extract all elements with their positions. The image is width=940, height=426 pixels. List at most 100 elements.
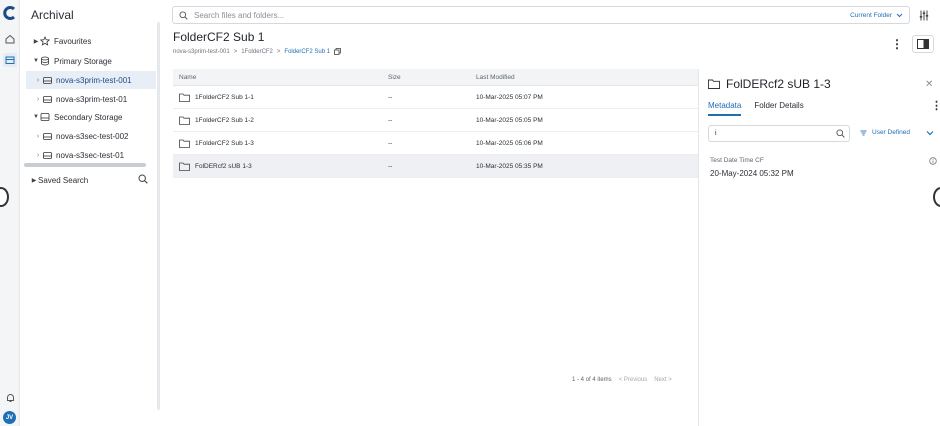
search-scope-dropdown[interactable]: Current Folder [850,12,903,19]
next-page-button[interactable]: Next > [654,377,672,383]
copy-icon[interactable] [334,48,342,55]
user-avatar[interactable]: JV [3,411,16,424]
metadata-filter-value: i [715,130,717,137]
breadcrumb-item[interactable]: 1FolderCF2 [241,49,273,55]
tab-metadata[interactable]: Metadata [708,101,742,116]
pagination: 1 - 4 of 4 items < Previous Next > [572,377,672,383]
folder-icon [179,162,190,171]
file-size: -- [388,162,393,170]
drive-icon [42,150,52,160]
tree-item-label: Primary Storage [54,56,112,66]
breadcrumb-separator: > [233,48,238,55]
more-options-icon[interactable]: ⋮ [891,38,903,50]
table-header: Name Size Last Modified [173,69,698,86]
database-icon [40,56,50,66]
sidebar-horizontal-scrollbar[interactable] [24,163,146,167]
details-panel-toggle-button[interactable] [912,35,934,53]
tree-item-nova-s3sec-test-002[interactable]: › nova-s3sec-test-002 [34,127,129,145]
sliders-icon [919,10,929,20]
tree-item-primary-storage[interactable]: ▼ Primary Storage [32,52,112,70]
breadcrumb-separator: > [276,48,281,55]
table-row[interactable]: 1FolderCF2 Sub 1-1 -- 10-Mar-2025 05:07 … [173,86,698,109]
chevron-right-icon[interactable]: › [34,96,42,103]
file-modified: 10-Mar-2025 05:06 PM [476,139,543,147]
cell-name: 1FolderCF2 Sub 1-2 [173,116,388,125]
tree-item-label: Secondary Storage [54,112,123,122]
file-modified: 10-Mar-2025 05:05 PM [476,116,543,124]
tree-item-label: nova-s3sec-test-002 [56,131,129,141]
file-name: FolDERcf2 sUB 1-3 [195,162,252,170]
chevron-down-icon[interactable] [925,128,935,138]
column-header-last-modified[interactable]: Last Modified [476,74,698,81]
tree-item-nova-s3sec-test-01[interactable]: › nova-s3sec-test-01 [34,146,124,164]
metadata-filter-mode-dropdown[interactable]: User Defined [860,129,910,136]
app-logo-icon [3,6,16,20]
tab-folder-details[interactable]: Folder Details [754,101,803,116]
column-header-name[interactable]: Name [173,74,388,81]
tree-item-label: nova-s3prim-test-001 [56,75,132,85]
tree-item-label: nova-s3prim-test-01 [56,94,128,104]
chevron-down-icon [896,13,903,17]
home-icon[interactable] [3,32,17,46]
breadcrumb-item[interactable]: nova-s3prim-test-001 [173,49,230,55]
collapse-triangle-icon[interactable]: ▼ [32,114,40,120]
file-size: -- [388,116,393,124]
expand-triangle-icon[interactable]: ▶ [30,177,38,184]
folder-icon [179,93,190,102]
details-title-text: FolDERcf2 sUB 1-3 [726,77,831,91]
file-modified: 10-Mar-2025 05:35 PM [476,162,543,170]
advanced-filter-button[interactable] [914,6,934,24]
chevron-right-icon[interactable]: › [34,152,42,159]
tree-item-label: Saved Search [38,175,89,185]
tree-item-secondary-storage[interactable]: ▼ Secondary Storage [32,108,123,126]
table-row-selected[interactable]: FolDERcf2 sUB 1-3 -- 10-Mar-2025 05:35 P… [173,155,698,178]
details-panel: FolDERcf2 sUB 1-3 ✕ Metadata Folder Deta… [698,69,940,426]
collapse-triangle-icon[interactable]: ▼ [32,58,40,64]
info-icon[interactable] [929,157,937,165]
search-icon[interactable] [138,174,148,184]
more-options-icon[interactable]: ⋮ [931,101,940,112]
tree-item-nova-s3prim-test-001[interactable]: › nova-s3prim-test-001 [26,71,156,89]
search-bar[interactable]: Search files and folders... Current Fold… [172,6,910,24]
file-table: Name Size Last Modified 1FolderCF2 Sub 1… [173,69,698,178]
pagination-summary: 1 - 4 of 4 items [572,377,612,383]
close-icon[interactable]: ✕ [925,79,933,90]
search-input[interactable]: Search files and folders... [194,11,850,20]
tree-item-saved-search[interactable]: ▶ Saved Search [30,171,89,189]
tree-item-nova-s3prim-test-01[interactable]: › nova-s3prim-test-01 [34,90,127,108]
metadata-filter-input[interactable]: i [708,125,850,142]
archive-icon[interactable] [3,53,17,67]
drive-tray-icon [40,112,50,122]
file-name: 1FolderCF2 Sub 1-2 [195,116,254,124]
folder-icon [179,139,190,148]
table-row[interactable]: 1FolderCF2 Sub 1-3 -- 10-Mar-2025 05:06 … [173,132,698,155]
tree-item-favourites[interactable]: ▶ Favourites [32,32,91,50]
chevron-right-icon[interactable]: › [34,133,42,140]
cell-name: FolDERcf2 sUB 1-3 [173,162,388,171]
star-icon [40,36,50,46]
search-icon [836,129,845,138]
folder-icon [708,79,720,89]
cell-name: 1FolderCF2 Sub 1-3 [173,139,388,148]
metadata-filter-mode-label: User Defined [872,129,910,136]
expand-triangle-icon[interactable]: ▶ [32,38,40,45]
tree-item-label: Favourites [54,36,92,46]
folder-icon [179,116,190,125]
drive-icon [42,75,52,85]
tree-item-label: nova-s3sec-test-01 [56,150,125,160]
chevron-right-icon[interactable]: › [34,77,42,84]
search-icon [179,10,188,20]
file-size: -- [388,139,393,147]
file-name: 1FolderCF2 Sub 1-3 [195,139,254,147]
sidebar-vertical-scrollbar[interactable] [157,22,160,410]
file-name: 1FolderCF2 Sub 1-1 [195,93,254,101]
column-header-size[interactable]: Size [388,74,476,81]
notification-bell-icon[interactable] [3,391,17,405]
table-row[interactable]: 1FolderCF2 Sub 1-2 -- 10-Mar-2025 05:05 … [173,109,698,132]
metadata-field-label: Test Date Time CF [710,157,764,164]
search-scope-label: Current Folder [850,11,892,19]
sidebar: Archival ▶ Favourites ▼ Primary Storage … [20,0,160,426]
previous-page-button[interactable]: < Previous [619,377,648,383]
file-size: -- [388,93,393,101]
filter-icon [860,130,867,135]
